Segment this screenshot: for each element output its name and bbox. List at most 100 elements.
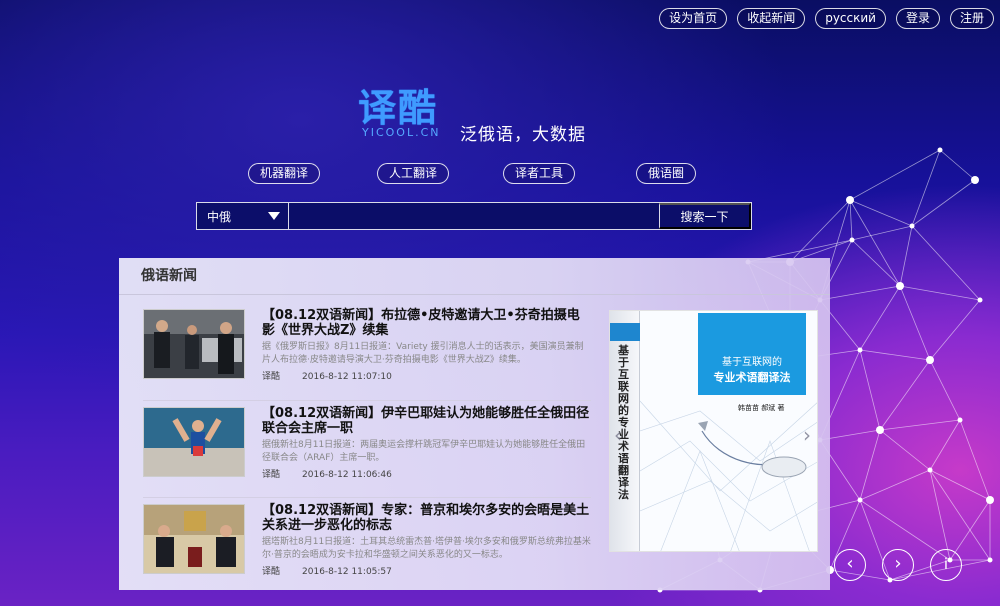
network-line [849,199,853,241]
news-header: 俄语新闻 [119,258,830,295]
tab-human-translation[interactable]: 人工翻译 [377,163,450,184]
search-bar: 中俄 搜索一下 [196,202,752,230]
prev-slide-button[interactable]: ‹ [834,549,866,581]
network-line [929,469,951,561]
news-meta: 译酷 2016-8-12 11:05:57 [262,564,392,577]
network-line [929,359,961,421]
network-node [876,426,884,434]
news-item[interactable]: 【08.12双语新闻】布拉德•皮特邀请大卫•芬奇拍摄电影《世界大战Z》续集 据《… [143,308,591,398]
chevron-right-icon[interactable]: › [803,423,811,447]
cover-line-1: 基于互联网的 [722,357,782,368]
tab-russian-circle[interactable]: 俄语圈 [636,163,697,184]
news-meta: 译酷 2016-8-12 11:07:10 [262,369,392,382]
network-line [859,429,881,501]
network-node [986,496,994,504]
network-line [949,499,991,561]
network-node [857,347,863,353]
news-thumbnail[interactable] [143,309,245,379]
news-summary: 据《俄罗斯日报》8月11日报道：Variety 援引消息人士的话表示，美国演员兼… [262,342,584,365]
network-line [849,149,941,201]
network-line [929,299,981,361]
news-summary: 据塔斯社8月11日报道：土耳其总统雷杰普·塔伊普·埃尔多安和俄罗斯总统弗拉基米尔… [262,537,591,560]
network-node [957,417,963,423]
network-line [929,469,991,561]
news-item[interactable]: 【08.12双语新闻】伊辛巴耶娃认为她能够胜任全俄田径联合会主席一职 据俄新社8… [143,406,591,496]
network-line [851,239,901,287]
info-button[interactable]: i [930,549,962,581]
chevron-left-icon[interactable]: ‹ [614,423,622,447]
network-line [851,225,913,241]
divider [143,497,591,498]
network-line [879,419,961,431]
network-line [859,469,931,501]
news-time: 2016-8-12 11:07:10 [302,372,392,382]
news-title[interactable]: 【08.12双语新闻】布拉德•皮特邀请大卫•芬奇拍摄电影《世界大战Z》续集 [262,308,592,338]
top-nav: 设为首页 收起新闻 русский 登录 注册 [659,8,994,29]
network-line [911,179,976,227]
news-time: 2016-8-12 11:05:57 [302,567,392,577]
network-node [977,297,983,303]
network-line [959,419,991,501]
network-line [849,199,913,227]
book-banner[interactable]: 基于互联网的专业术语翻译法 基于互联网的 专业术语翻译法 韩苗苗 郝斌 著 ‹ … [609,310,818,552]
cover-line-2: 专业术语翻译法 [713,371,791,384]
search-input[interactable] [289,203,659,229]
next-slide-button[interactable]: › [882,549,914,581]
spine-band [610,323,640,341]
cover-title-band: 基于互联网的 专业术语翻译法 [698,313,806,395]
network-line [929,469,991,501]
news-panel: 俄语新闻 【08.12双语新闻】布拉德•皮特邀请大卫•芬奇拍摄电影《世界大战Z》… [119,258,830,590]
network-line [859,285,901,351]
language-select[interactable]: 中俄 [197,203,289,229]
russian-language-link[interactable]: русский [815,8,886,29]
news-meta: 译酷 2016-8-12 11:06:46 [262,467,392,480]
network-line [899,225,913,287]
network-node [937,147,943,153]
slogan: 泛俄语，大数据 [460,125,586,145]
network-node [987,557,993,563]
tab-machine-translation[interactable]: 机器翻译 [248,163,321,184]
news-source: 译酷 [262,470,281,480]
news-item[interactable]: 【08.12双语新闻】专家：普京和埃尔多安的会晤是美土关系进一步恶化的标志 据塔… [143,503,591,593]
network-node [896,282,904,290]
login-button[interactable]: 登录 [895,8,940,29]
tab-translator-tools[interactable]: 译者工具 [503,163,576,184]
network-line [859,349,931,361]
network-line [879,359,931,431]
network-line [939,149,976,181]
network-line [819,285,901,301]
network-line [879,429,931,471]
language-select-value: 中俄 [207,209,232,224]
caret-down-icon [268,212,280,220]
network-line [789,199,851,263]
network-node [849,237,855,243]
tool-tabs: 机器翻译 人工翻译 译者工具 俄语圈 [248,163,697,184]
network-line [911,225,981,301]
network-line [899,285,981,301]
logo-url: YICOOL.CN [362,126,441,139]
network-line [849,199,901,287]
news-summary: 据俄新社8月11日报道：两届奥运会撑杆跳冠军伊辛巴耶娃认为她能够胜任全俄田径联合… [262,440,586,463]
bookmark-link[interactable]: 收起新闻 [737,8,806,29]
network-node [846,196,854,204]
news-thumbnail[interactable] [143,504,245,574]
news-thumbnail[interactable] [143,407,245,477]
network-line [899,285,931,361]
network-node [927,467,933,473]
news-title[interactable]: 【08.12双语新闻】伊辛巴耶娃认为她能够胜任全俄田径联合会主席一职 [262,406,592,436]
news-source: 译酷 [262,567,281,577]
set-home-link[interactable]: 设为首页 [659,8,728,29]
network-node [909,223,915,229]
news-time: 2016-8-12 11:06:46 [302,470,392,480]
cover-authors: 韩苗苗 郝斌 著 [738,404,785,412]
network-node [857,497,863,503]
search-button[interactable]: 搜索一下 [659,203,751,229]
network-line [929,419,961,471]
site-logo[interactable]: 译酷 YICOOL.CN [358,88,458,139]
network-line [859,349,881,431]
network-line [911,149,941,227]
register-button[interactable]: 注册 [949,8,994,29]
news-title[interactable]: 【08.12双语新闻】专家：普京和埃尔多安的会晤是美土关系进一步恶化的标志 [262,503,592,533]
logo-glyphs: 译酷 [358,86,439,130]
book-cover: 基于互联网的 专业术语翻译法 韩苗苗 郝斌 著 [640,311,817,551]
